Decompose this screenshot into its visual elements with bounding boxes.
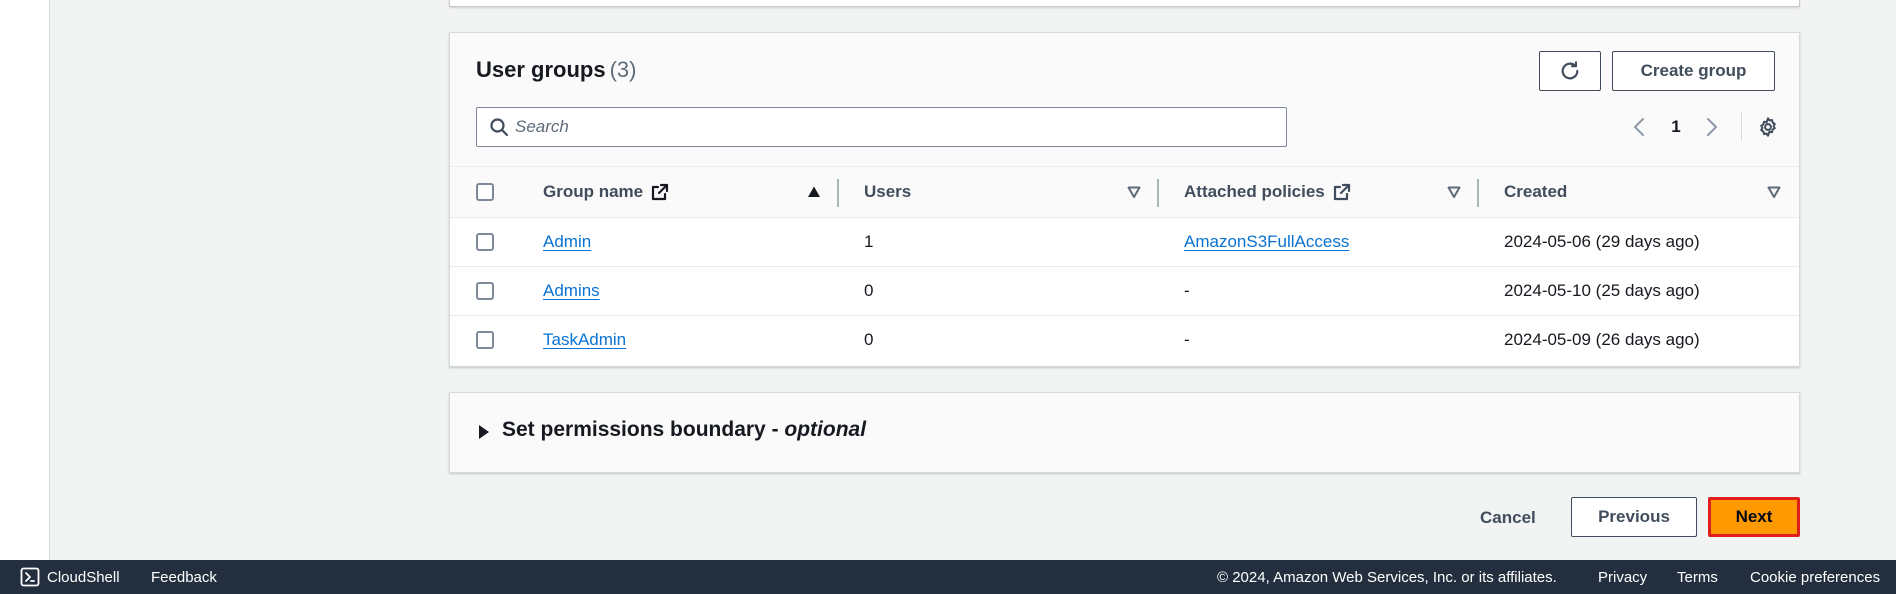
table-row: Admin 1 AmazonS3FullAccess 2024-05-06 (2… <box>450 218 1799 267</box>
pager-divider <box>1741 113 1742 141</box>
column-label-attached-policies: Attached policies <box>1184 182 1325 201</box>
column-resizer[interactable] <box>1157 179 1159 207</box>
permissions-boundary-section[interactable]: Set permissions boundary - optional <box>449 392 1800 473</box>
cell-created: 2024-05-06 (29 days ago) <box>1504 232 1700 251</box>
sort-caret-down-icon[interactable] <box>1127 185 1141 199</box>
row-checkbox[interactable] <box>476 331 494 349</box>
sort-caret-down-icon[interactable] <box>1447 185 1461 199</box>
user-groups-count: (3) <box>609 57 637 82</box>
cloudshell-label: CloudShell <box>47 568 120 586</box>
previous-button[interactable]: Previous <box>1571 497 1697 537</box>
current-page-number[interactable]: 1 <box>1664 111 1688 143</box>
create-group-button[interactable]: Create group <box>1612 51 1775 91</box>
refresh-button[interactable] <box>1539 51 1601 91</box>
console-footer: CloudShell Feedback © 2024, Amazon Web S… <box>0 560 1896 594</box>
cloudshell-button[interactable]: CloudShell <box>20 560 120 594</box>
cookie-preferences-link[interactable]: Cookie preferences <box>1750 560 1880 594</box>
row-checkbox[interactable] <box>476 233 494 251</box>
column-resizer[interactable] <box>1477 179 1479 207</box>
cell-users: 1 <box>864 232 874 251</box>
column-header-users[interactable]: Users <box>864 167 911 217</box>
column-label-group-name: Group name <box>543 182 644 201</box>
select-all-checkbox[interactable] <box>476 183 494 201</box>
side-navigation-panel <box>0 0 50 560</box>
user-groups-card: User groups(3) Create group 1 <box>449 32 1800 367</box>
search-input[interactable] <box>515 112 1275 142</box>
search-icon <box>490 118 509 137</box>
policy-link-amazons3fullaccess[interactable]: AmazonS3FullAccess <box>1184 232 1349 252</box>
user-groups-table: Group name Users Attached policies Creat… <box>450 166 1799 365</box>
previous-page-button[interactable] <box>1627 111 1651 143</box>
external-link-icon <box>1333 183 1350 201</box>
group-link-admins[interactable]: Admins <box>543 281 600 301</box>
cell-users: 0 <box>864 281 874 300</box>
column-header-group-name[interactable]: Group name <box>543 167 669 217</box>
cell-users: 0 <box>864 330 874 349</box>
terms-link[interactable]: Terms <box>1677 560 1718 594</box>
cell-policies: - <box>1184 330 1190 349</box>
next-page-button[interactable] <box>1700 111 1724 143</box>
chevron-right-icon <box>1707 118 1717 136</box>
row-checkbox[interactable] <box>476 282 494 300</box>
table-row: TaskAdmin 0 - 2024-05-09 (26 days ago) <box>450 316 1799 365</box>
sort-ascending-icon[interactable] <box>807 185 821 199</box>
permissions-boundary-title: Set permissions boundary - <box>502 418 779 441</box>
external-link-icon <box>652 183 669 201</box>
table-preferences-button[interactable] <box>1752 111 1784 143</box>
table-row: Admins 0 - 2024-05-10 (25 days ago) <box>450 267 1799 316</box>
optional-label: optional <box>784 418 867 441</box>
chevron-left-icon <box>1634 118 1644 136</box>
cell-created: 2024-05-10 (25 days ago) <box>1504 281 1700 300</box>
search-box <box>476 107 1287 147</box>
group-link-taskadmin[interactable]: TaskAdmin <box>543 330 626 350</box>
user-groups-heading: User groups (3) <box>476 57 636 83</box>
copyright-text: © 2024, Amazon Web Services, Inc. or its… <box>1217 568 1557 586</box>
next-button[interactable]: Next <box>1708 497 1800 537</box>
group-link-admin[interactable]: Admin <box>543 232 591 252</box>
cell-policies: - <box>1184 281 1190 300</box>
previous-section-card <box>449 0 1800 7</box>
sort-caret-down-icon[interactable] <box>1767 185 1781 199</box>
column-header-attached-policies[interactable]: Attached policies <box>1184 167 1351 217</box>
table-header-row: Group name Users Attached policies Creat… <box>450 166 1799 218</box>
refresh-icon <box>1561 61 1579 80</box>
user-groups-title: User groups <box>476 57 606 82</box>
gear-icon <box>1760 117 1776 137</box>
cell-created: 2024-05-09 (26 days ago) <box>1504 330 1700 349</box>
privacy-link[interactable]: Privacy <box>1598 560 1647 594</box>
caret-right-icon <box>479 425 489 439</box>
cancel-button[interactable]: Cancel <box>1480 500 1536 536</box>
permissions-boundary-heading: Set permissions boundary - optional <box>502 418 866 442</box>
feedback-link[interactable]: Feedback <box>151 560 217 594</box>
column-header-created[interactable]: Created <box>1504 167 1567 217</box>
column-resizer[interactable] <box>837 179 839 207</box>
cloudshell-icon <box>20 567 40 587</box>
